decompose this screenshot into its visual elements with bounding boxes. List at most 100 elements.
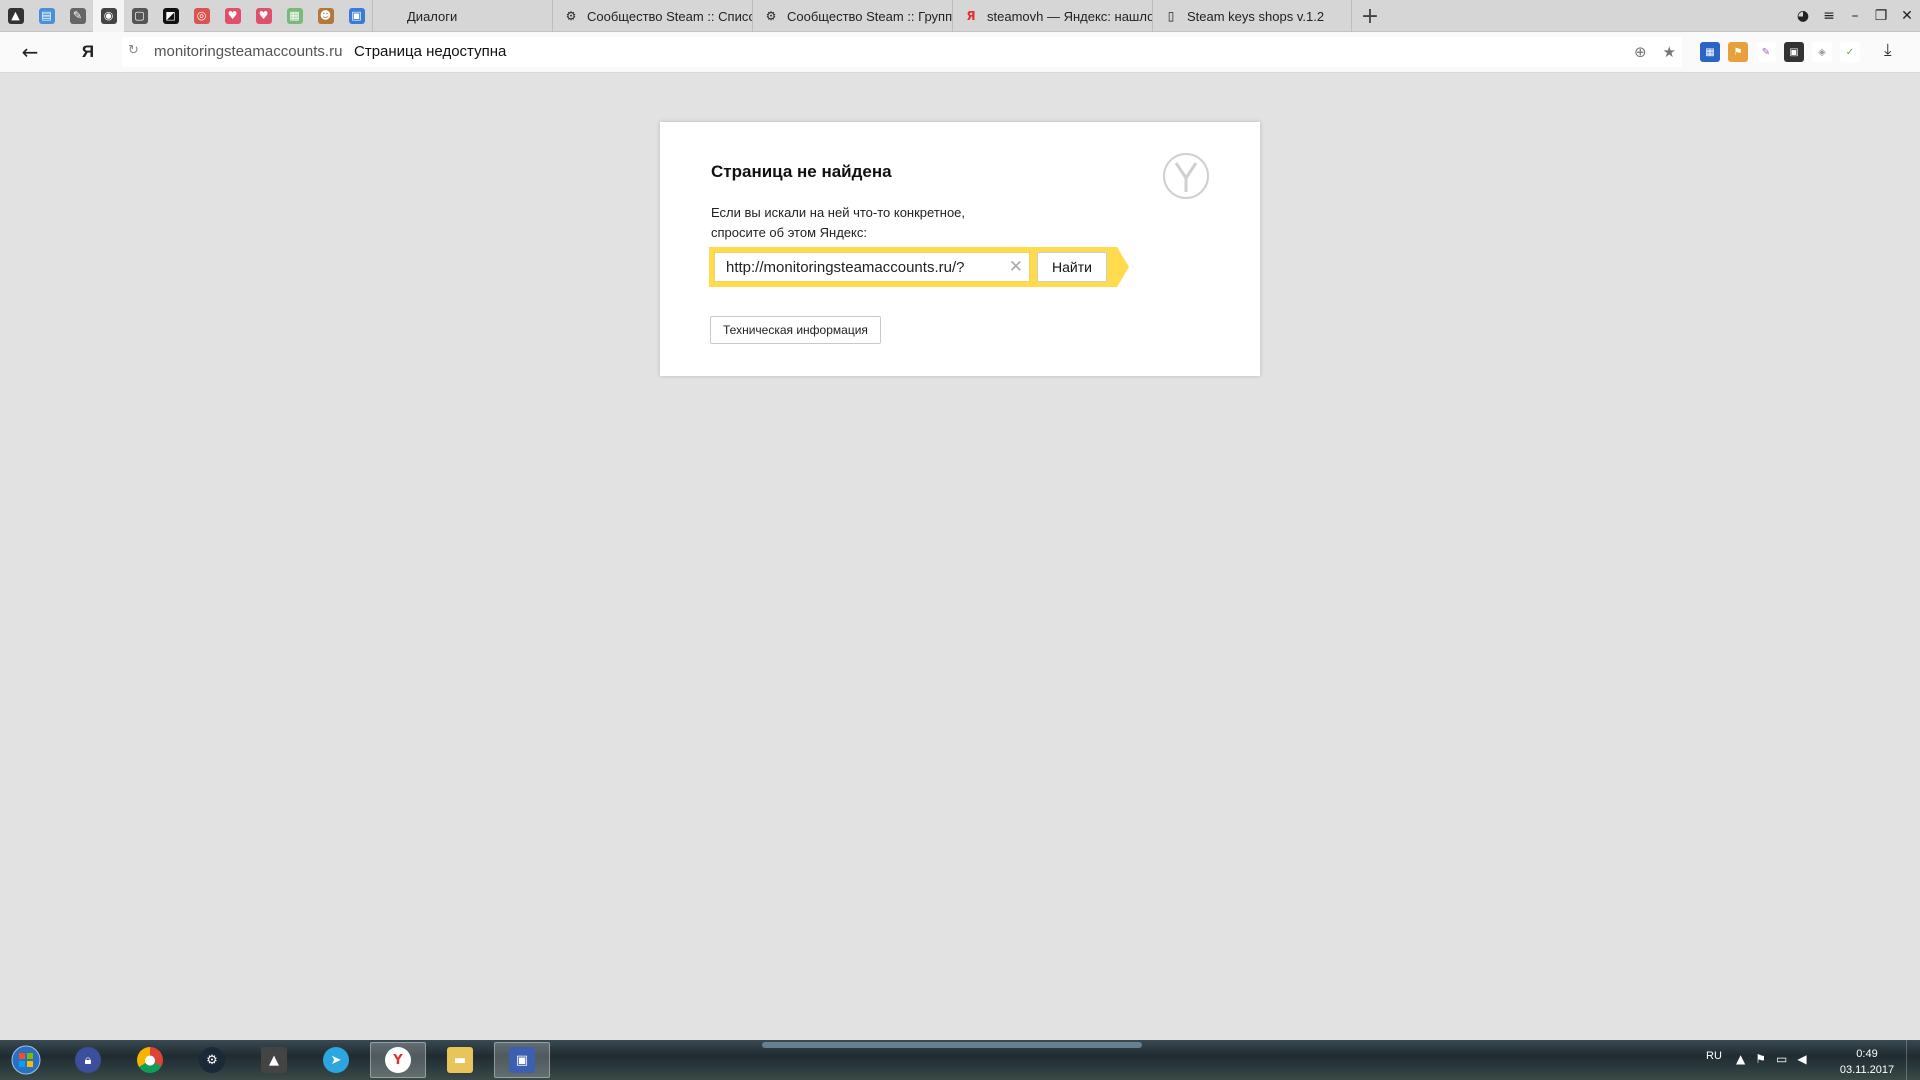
steam-icon: ⚙ <box>199 1047 225 1073</box>
pinned-tab[interactable]: ◉ <box>93 0 124 32</box>
protect-icon[interactable]: ⊕ <box>1634 43 1647 61</box>
url-host: monitoringsteamaccounts.ru <box>154 43 343 60</box>
error-card: Страница не найдена Если вы искали на не… <box>660 122 1260 376</box>
clear-icon[interactable]: ✕ <box>1009 257 1023 277</box>
network-icon[interactable]: ▭ <box>1776 1052 1787 1066</box>
flag-extension-icon[interactable]: ⚑ <box>1728 42 1748 62</box>
page-status-title: Страница недоступна <box>354 43 507 60</box>
pinned-tab-8-icon: ♥ <box>224 8 241 24</box>
pinned-tab-2-icon: ▤ <box>38 8 55 24</box>
steam-icon: ⚙ <box>565 9 577 23</box>
pinned-tab-5-icon: ▢ <box>131 8 148 24</box>
pinned-tabs: ▲ ▤ ✎ ◉ ▢ ◩ ◎ ♥ ♥ ▦ ☻ ▣ <box>0 0 372 32</box>
clock[interactable]: 0:49 03.11.2017 <box>1832 1046 1902 1078</box>
minimize-button[interactable]: – <box>1842 0 1868 32</box>
taskbar-chrome[interactable]: ● <box>122 1042 178 1078</box>
pinned-tab-3-icon: ✎ <box>69 8 86 24</box>
chrome-icon: ● <box>137 1047 163 1073</box>
action-center-flag-icon[interactable]: ⚑ <box>1755 1052 1766 1066</box>
technical-info-button[interactable]: Техническая информация <box>710 316 881 344</box>
reload-icon[interactable]: ↻ <box>128 43 139 58</box>
tab-dialogs[interactable]: Диалоги <box>372 0 552 32</box>
taskbar-keepass[interactable]: 🔒︎ <box>60 1042 116 1078</box>
yandex-browser-logo-icon <box>1163 153 1209 199</box>
folder-icon: ▬ <box>447 1047 473 1073</box>
shield-extension-icon[interactable]: ◈ <box>1812 42 1832 62</box>
document-icon: ▯ <box>1167 9 1175 23</box>
pinned-tab[interactable]: ▢ <box>124 0 155 32</box>
new-tab-button[interactable]: + <box>1358 4 1382 29</box>
clock-time: 0:49 <box>1856 1048 1878 1060</box>
pinned-tab[interactable]: ▣ <box>341 0 372 32</box>
pinned-tab-9-icon: ♥ <box>255 8 272 24</box>
yandex-search-form: http://monitoringsteamaccounts.ru/? ✕ На… <box>709 247 1129 287</box>
menu-icon[interactable]: ≡ <box>1816 0 1842 32</box>
lock-icon: 🔒︎ <box>75 1047 101 1073</box>
yandex-browser-icon: Y <box>385 1047 411 1073</box>
pinned-tab-4-icon: ◉ <box>100 8 117 24</box>
error-description-line: спросите об этом Яндекс: <box>711 225 867 240</box>
tab-label: Сообщество Steam :: Групп <box>787 8 952 24</box>
tab-steam-community-group[interactable]: ⚙ Сообщество Steam :: Групп <box>752 0 952 32</box>
error-description-line: Если вы искали на ней что-то конкретное, <box>711 205 966 220</box>
pinned-tab[interactable]: ♥ <box>217 0 248 32</box>
search-input-value: http://monitoringsteamaccounts.ru/? <box>726 259 965 276</box>
pinned-tab[interactable]: ◩ <box>155 0 186 32</box>
browser-toolbar: ← Я ↻ monitoringsteamaccounts.ru Страниц… <box>0 32 1920 73</box>
tanks-icon: ▲ <box>261 1047 287 1073</box>
restore-button[interactable]: ❐ <box>1868 0 1894 32</box>
pinned-tab[interactable]: ▤ <box>31 0 62 32</box>
computer-icon: ▣ <box>509 1047 535 1073</box>
news-extension-icon[interactable]: ▦ <box>1700 42 1720 62</box>
start-button[interactable] <box>6 1042 46 1078</box>
search-input[interactable]: http://monitoringsteamaccounts.ru/? ✕ <box>714 252 1030 282</box>
pinned-tab-7-icon: ◎ <box>193 8 210 24</box>
game-extension-icon[interactable]: ▣ <box>1784 42 1804 62</box>
yandex-icon: Я <box>966 9 976 23</box>
search-button[interactable]: Найти <box>1037 252 1107 282</box>
leaf-extension-icon[interactable]: ✓ <box>1840 42 1860 62</box>
pinned-tab[interactable]: ✎ <box>62 0 93 32</box>
pinned-tab[interactable]: ▦ <box>279 0 310 32</box>
error-description: Если вы искали на ней что-то конкретное,… <box>711 203 965 243</box>
taskbar-progress-glow <box>762 1042 1142 1048</box>
language-indicator[interactable]: RU <box>1706 1050 1722 1062</box>
taskbar-explorer[interactable]: ▬ <box>432 1042 488 1078</box>
pinned-tab[interactable]: ▲ <box>0 0 31 32</box>
back-button[interactable]: ← <box>18 40 42 64</box>
tab-label: Steam keys shops v.1.2 <box>1187 8 1325 24</box>
bookmark-star-icon[interactable]: ★ <box>1663 43 1676 61</box>
pinned-tab[interactable]: ♥ <box>248 0 279 32</box>
close-button[interactable]: ✕ <box>1894 0 1920 32</box>
telegram-icon: ➤ <box>323 1047 349 1073</box>
profile-icon[interactable]: ◕ <box>1790 0 1816 32</box>
tab-steam-keys-shops[interactable]: ▯ Steam keys shops v.1.2 <box>1152 0 1352 32</box>
yandex-logo-button[interactable]: Я <box>78 40 98 64</box>
tab-label: Сообщество Steam :: Списо <box>587 8 752 24</box>
taskbar-steam[interactable]: ⚙ <box>184 1042 240 1078</box>
taskbar-telegram[interactable]: ➤ <box>308 1042 364 1078</box>
tab-yandex-search[interactable]: Я steamovh — Яндекс: нашло <box>952 0 1152 32</box>
show-hidden-icons-icon[interactable]: ▲ <box>1736 1052 1745 1066</box>
pinned-tab-6-icon: ◩ <box>162 8 179 24</box>
pen-extension-icon[interactable]: ✎ <box>1756 42 1776 62</box>
pinned-tab-10-icon: ▦ <box>286 8 303 24</box>
address-bar[interactable]: ↻ monitoringsteamaccounts.ru Страница не… <box>122 37 1682 67</box>
pinned-tab[interactable]: ☻ <box>310 0 341 32</box>
pinned-tab-11-icon: ☻ <box>317 8 334 24</box>
volume-icon[interactable]: ◀ <box>1797 1052 1806 1066</box>
show-desktop-button[interactable] <box>1906 1040 1920 1080</box>
tab-steam-community-list[interactable]: ⚙ Сообщество Steam :: Списо <box>552 0 752 32</box>
page-title: Страница не найдена <box>711 162 892 181</box>
tab-label: Диалоги <box>407 8 458 24</box>
taskbar-world-of-tanks[interactable]: ▲ <box>246 1042 302 1078</box>
taskbar-app[interactable]: ▣ <box>494 1042 550 1078</box>
pinned-tab-12-icon: ▣ <box>348 8 365 24</box>
download-icon[interactable]: ⤓ <box>1884 40 1892 60</box>
window-controls: ◕ ≡ – ❐ ✕ <box>1790 0 1920 32</box>
taskbar-yandex-browser[interactable]: Y <box>370 1042 426 1078</box>
pinned-tab[interactable]: ◎ <box>186 0 217 32</box>
tab-strip: ▲ ▤ ✎ ◉ ▢ ◩ ◎ ♥ ♥ ▦ ☻ ▣ Диалоги ⚙ Сообщество Steam … <box>0 0 1920 32</box>
tab-favicon-icon <box>383 8 399 24</box>
windows-logo-icon <box>11 1045 41 1075</box>
